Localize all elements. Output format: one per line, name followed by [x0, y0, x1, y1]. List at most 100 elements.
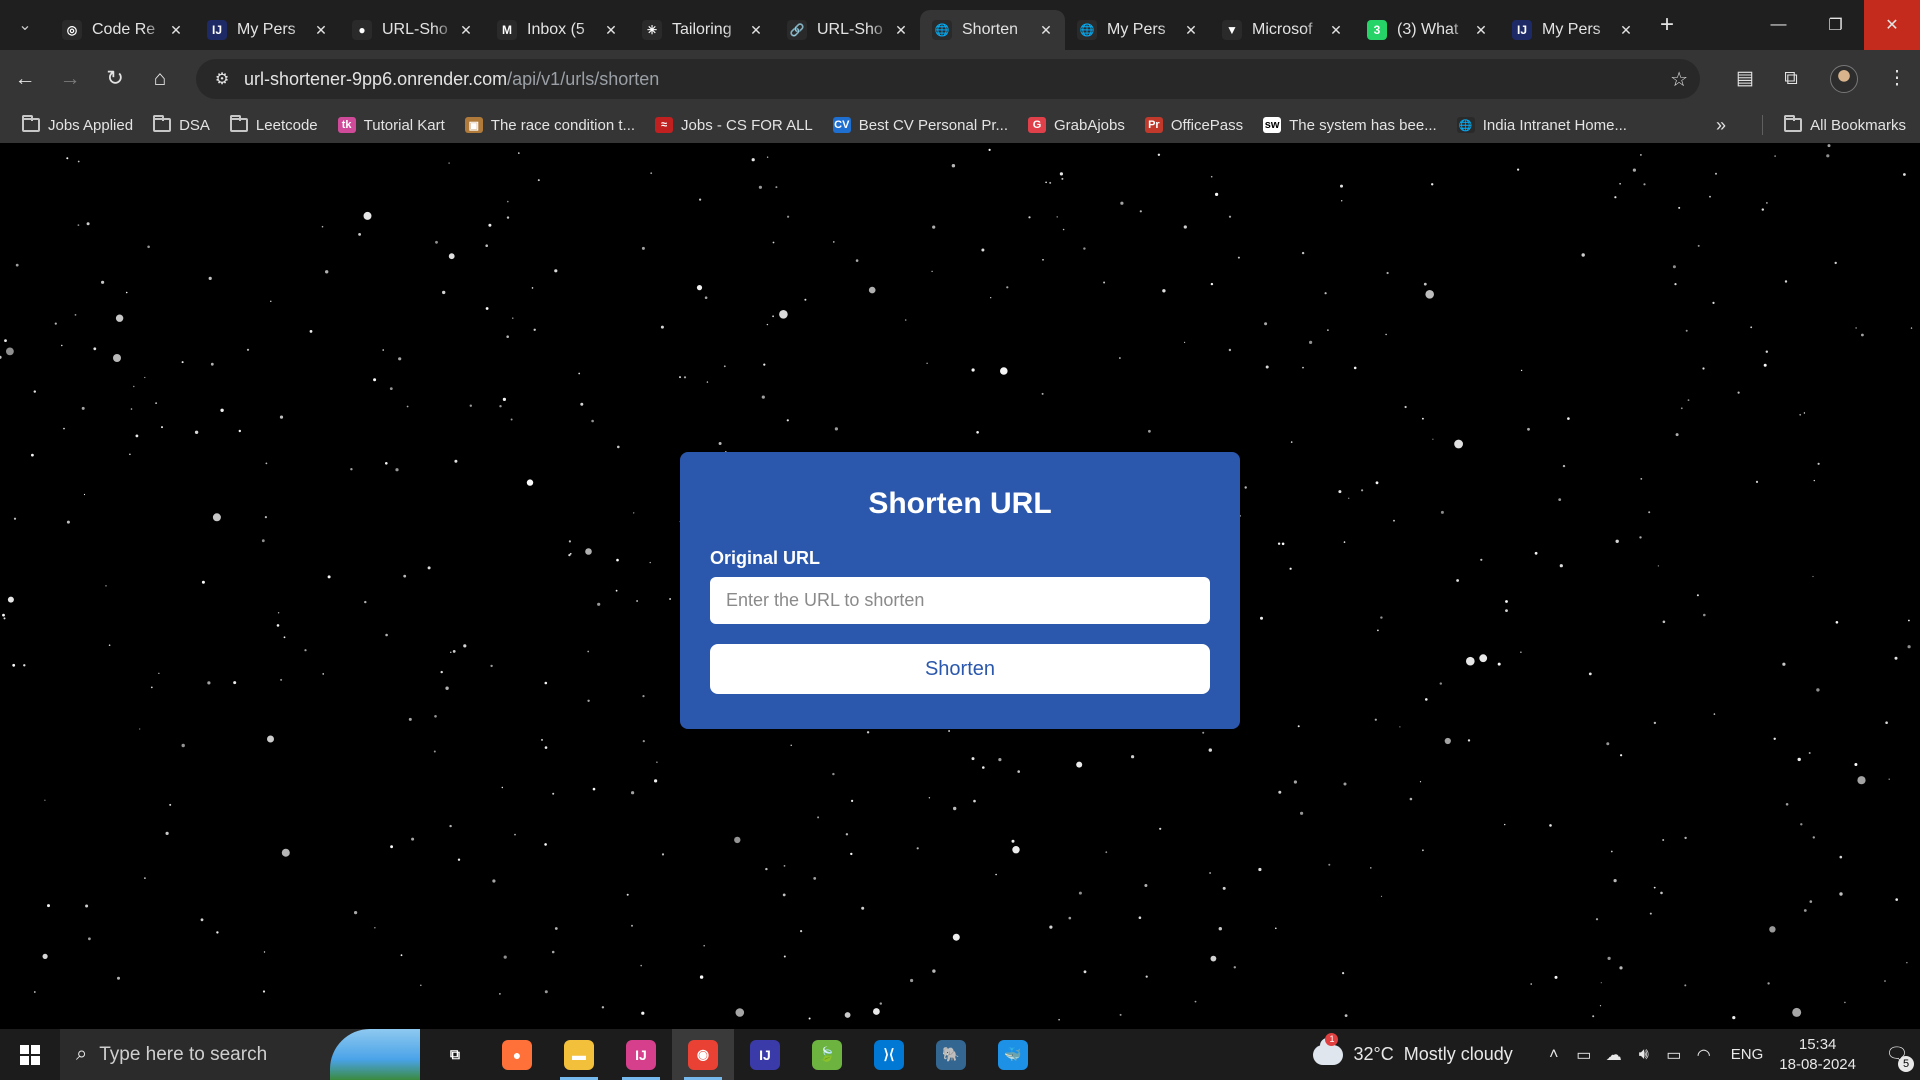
tab-close-icon[interactable]: ✕ [167, 21, 185, 39]
bookmark-item[interactable]: CV Best CV Personal Pr... [825, 110, 1016, 140]
site-info-icon[interactable]: ⚙ [202, 69, 242, 89]
bookmark-star-icon[interactable]: ☆ [1670, 67, 1688, 92]
weather-badge: 1 [1325, 1032, 1339, 1046]
star-dot [1479, 654, 1488, 663]
bookmark-item[interactable]: tk Tutorial Kart [330, 110, 453, 140]
browser-tab[interactable]: ✳ Tailoring ✕ [630, 10, 775, 50]
shorten-button[interactable]: Shorten [710, 644, 1210, 694]
bookmark-folder[interactable]: Leetcode [222, 110, 326, 140]
star-dot [552, 792, 555, 795]
browser-tab[interactable]: ◎ Code Re ✕ [50, 10, 195, 50]
star-dot [631, 791, 635, 795]
profile-avatar[interactable] [1814, 59, 1874, 99]
tab-close-icon[interactable]: ✕ [1037, 21, 1055, 39]
tab-close-icon[interactable]: ✕ [1182, 21, 1200, 39]
taskbar-app-docker[interactable]: 🐳 [982, 1029, 1044, 1080]
clock[interactable]: 15:34 18-08-2024 [1779, 1035, 1856, 1075]
notification-center-icon[interactable]: 🗨︎ 5 [1874, 1029, 1920, 1080]
star-dot [1737, 391, 1740, 394]
browser-tab[interactable]: M Inbox (5 ✕ [485, 10, 630, 50]
tab-close-icon[interactable]: ✕ [747, 21, 765, 39]
star-dot [452, 650, 456, 653]
taskbar-app-intellij-2[interactable]: IJ [734, 1029, 796, 1080]
star-dot [212, 513, 221, 522]
extensions-puzzle-icon[interactable]: ⧉ [1768, 59, 1814, 99]
chevron-up-icon[interactable]: ˄ [1539, 1046, 1569, 1064]
star-dot [113, 354, 121, 362]
back-arrow-icon[interactable]: ← [5, 59, 45, 99]
new-tab-plus-icon[interactable]: + [1649, 7, 1685, 43]
bookmark-folder[interactable]: DSA [145, 110, 218, 140]
restore-icon[interactable]: ❐ [1807, 0, 1864, 50]
bookmark-label: Leetcode [255, 116, 318, 134]
onedrive-cloud-icon[interactable]: ☁ [1599, 1045, 1629, 1065]
volume-icon[interactable]: 🔊︎ [1629, 1046, 1659, 1064]
tab-search-chevron-icon[interactable]: ⌄ [0, 0, 50, 50]
star-dot [1520, 369, 1523, 372]
language-indicator[interactable]: ENG [1731, 1046, 1764, 1063]
forward-arrow-icon[interactable]: → [50, 59, 90, 99]
tab-close-icon[interactable]: ✕ [602, 21, 620, 39]
star-dot [551, 950, 555, 954]
intellij-2-icon: IJ [750, 1039, 780, 1070]
taskbar-app-spring-tool-suite[interactable]: 🍃 [796, 1029, 858, 1080]
reload-icon[interactable]: ↻ [95, 59, 135, 99]
taskbar-app-intellij[interactable]: IJ [610, 1029, 672, 1080]
original-url-input[interactable] [710, 577, 1210, 624]
star-dot [1619, 183, 1621, 185]
taskbar-app-task-view[interactable]: ⧉ [424, 1029, 486, 1080]
bookmark-item[interactable]: G GrabAjobs [1020, 110, 1133, 140]
menu-kebab-icon[interactable]: ⋮ [1874, 59, 1920, 99]
star-dot [948, 730, 950, 732]
tab-close-icon[interactable]: ✕ [892, 21, 910, 39]
address-bar[interactable]: ⚙ url-shortener-9pp6.onrender.com/api/v1… [196, 59, 1700, 99]
url-text[interactable]: url-shortener-9pp6.onrender.com/api/v1/u… [244, 69, 659, 90]
taskbar-app-pgadmin[interactable]: 🐘 [920, 1029, 982, 1080]
taskbar-search[interactable]: ⌕ Type here to search [60, 1029, 420, 1080]
minimize-icon[interactable]: — [1750, 0, 1807, 50]
star-dot [1309, 340, 1313, 344]
browser-tab[interactable]: ▼ Microsof ✕ [1210, 10, 1355, 50]
browser-tab[interactable]: IJ My Pers ✕ [1500, 10, 1645, 50]
all-bookmarks-folder[interactable]: All Bookmarks [1784, 107, 1906, 143]
star-dot [1228, 348, 1232, 352]
chrome-icon: ◉ [688, 1039, 718, 1070]
reading-list-icon[interactable]: ▤ [1722, 59, 1768, 99]
browser-tab[interactable]: 3 (3) What ✕ [1355, 10, 1500, 50]
bookmark-item[interactable]: 🌐 India Intranet Home... [1449, 110, 1635, 140]
tab-close-icon[interactable]: ✕ [457, 21, 475, 39]
tab-close-icon[interactable]: ✕ [1327, 21, 1345, 39]
star-dot [779, 310, 788, 319]
meet-now-icon[interactable]: ▭ [1569, 1045, 1599, 1065]
star-dot [1614, 196, 1617, 199]
star-dot [1297, 725, 1300, 728]
taskbar-app-chrome[interactable]: ◉ [672, 1029, 734, 1080]
browser-tab[interactable]: IJ My Pers ✕ [195, 10, 340, 50]
browser-tab[interactable]: ● URL-Sho ✕ [340, 10, 485, 50]
star-dot [1144, 884, 1148, 887]
browser-tab[interactable]: 🌐 Shorten ✕ [920, 10, 1065, 50]
browser-tab[interactable]: 🔗 URL-Sho ✕ [775, 10, 920, 50]
more-bookmarks-chevron-icon[interactable]: » [1716, 107, 1726, 143]
home-icon[interactable]: ⌂ [140, 59, 180, 99]
tab-close-icon[interactable]: ✕ [312, 21, 330, 39]
bookmark-item[interactable]: Pr OfficePass [1137, 110, 1251, 140]
weather-widget[interactable]: 1 32°C Mostly cloudy [1313, 1032, 1513, 1065]
globe-icon: 🌐 [1077, 20, 1097, 40]
bookmark-item[interactable]: ▣ The race condition t... [457, 110, 643, 140]
bookmark-item[interactable]: ≈ Jobs - CS FOR ALL [647, 110, 821, 140]
tab-close-icon[interactable]: ✕ [1617, 21, 1635, 39]
star-dot [325, 270, 329, 274]
start-button[interactable] [0, 1029, 60, 1080]
taskbar-app-vscode[interactable]: ⟩⟨ [858, 1029, 920, 1080]
bookmark-folder[interactable]: Jobs Applied [14, 110, 141, 140]
taskbar-app-firefox[interactable]: ● [486, 1029, 548, 1080]
tab-close-icon[interactable]: ✕ [1472, 21, 1490, 39]
bookmark-item[interactable]: sw The system has bee... [1255, 110, 1445, 140]
browser-tab[interactable]: 🌐 My Pers ✕ [1065, 10, 1210, 50]
taskbar-app-file-explorer[interactable]: ▬ [548, 1029, 610, 1080]
vscode-icon: ⟩⟨ [874, 1039, 904, 1070]
close-window-icon[interactable]: ✕ [1864, 0, 1920, 50]
battery-icon[interactable]: ▭ [1659, 1045, 1689, 1065]
wifi-icon[interactable]: ◠ [1689, 1045, 1719, 1065]
